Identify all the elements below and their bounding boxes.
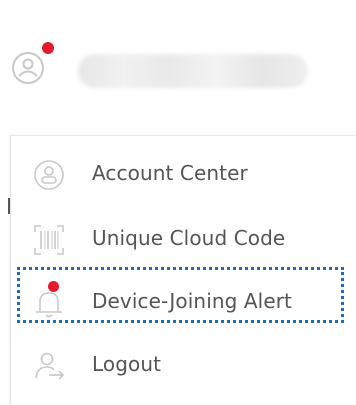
menu-item-label: Logout [92, 352, 162, 376]
menu-item-label: Account Center [92, 161, 248, 185]
qr-code-icon [34, 225, 64, 255]
bell-icon [36, 292, 62, 318]
notification-dot [42, 42, 54, 54]
menu-item-account-center[interactable]: Account Center [10, 147, 356, 203]
menu-item-unique-cloud-code[interactable]: Unique Cloud Code [10, 212, 356, 268]
alert-notification-dot [48, 281, 59, 292]
menu-item-device-joining-alert[interactable]: Device-Joining Alert [10, 275, 356, 331]
menu-item-label: Device-Joining Alert [92, 289, 292, 313]
page: Account Center Unique Cloud Code Device-… [0, 0, 356, 405]
menu-item-logout[interactable]: Logout [10, 338, 356, 394]
avatar-icon[interactable] [10, 50, 46, 86]
username-blurred [78, 54, 308, 88]
menu-item-label: Unique Cloud Code [92, 226, 286, 250]
account-icon [34, 160, 64, 190]
logout-icon [35, 352, 65, 380]
user-header[interactable] [0, 0, 356, 120]
